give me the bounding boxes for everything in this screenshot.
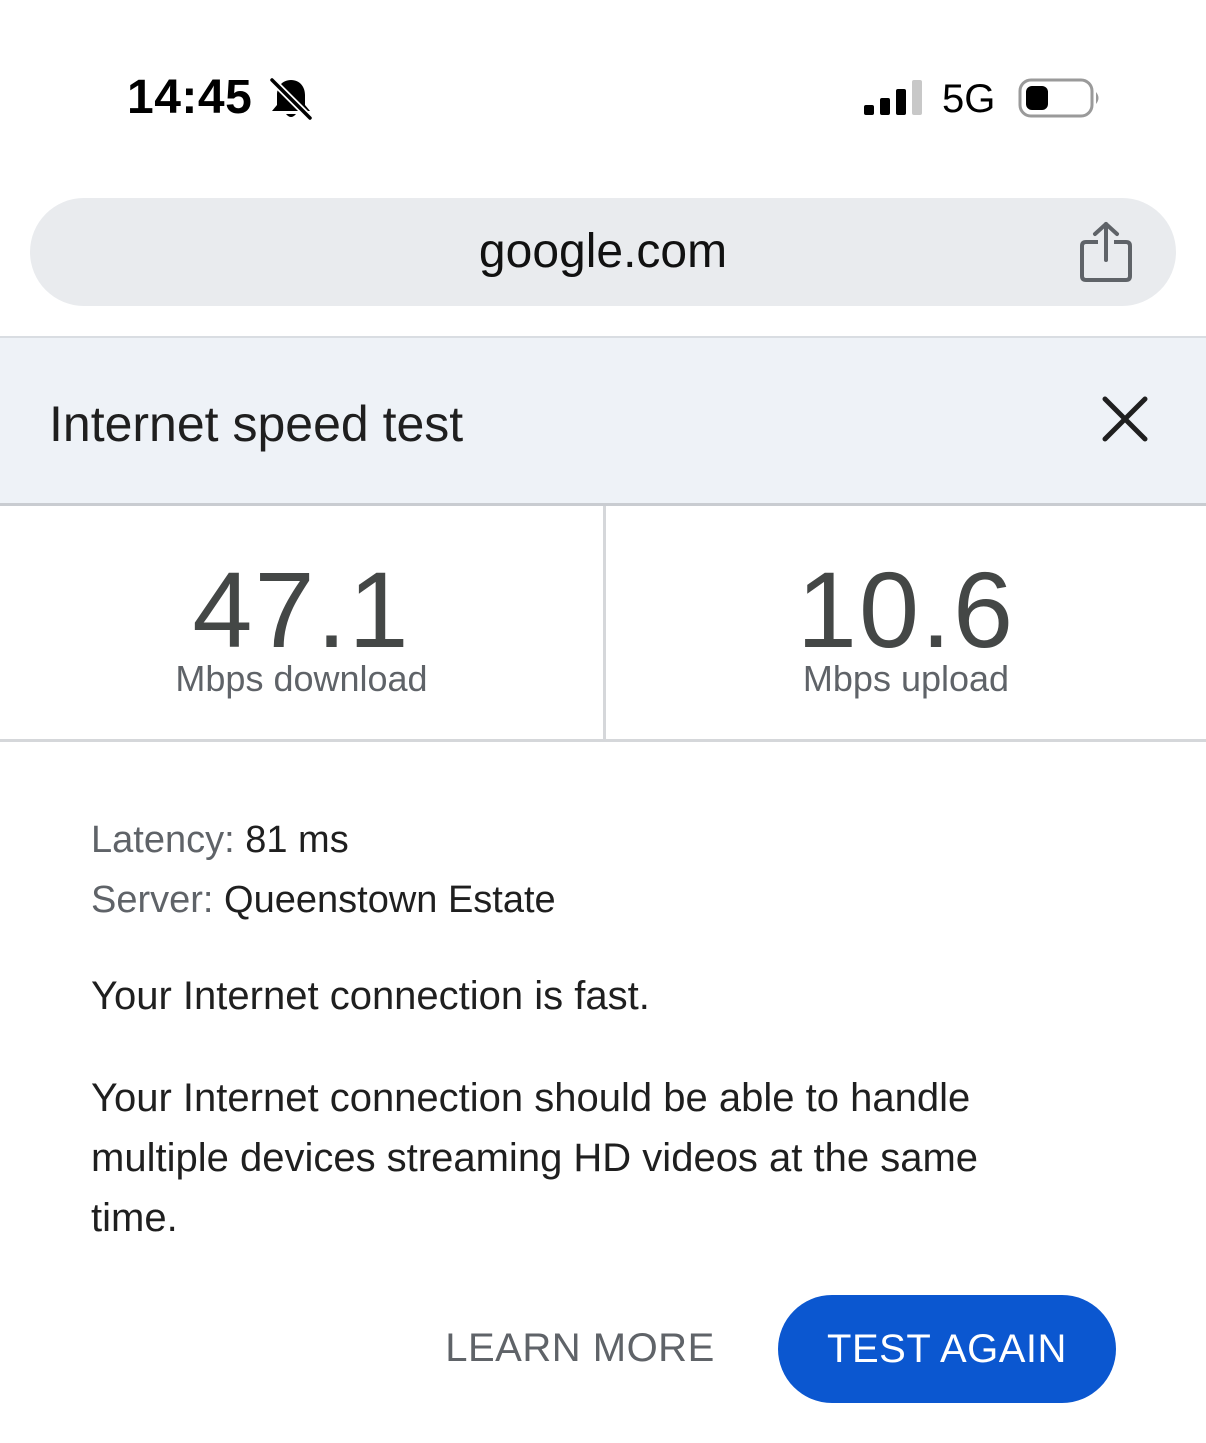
latency-label: Latency: (91, 819, 235, 861)
speed-results: 47.1 Mbps download 10.6 Mbps upload (0, 506, 1206, 742)
latency-value: 81 ms (245, 819, 349, 861)
close-icon[interactable] (1100, 394, 1150, 444)
status-time: 14:45 (127, 71, 253, 124)
url-text[interactable]: google.com (30, 198, 1176, 306)
status-bar: 14:45 5G (0, 0, 1206, 180)
test-again-button[interactable]: TEST AGAIN (778, 1295, 1116, 1403)
learn-more-button[interactable]: LEARN MORE (430, 1298, 730, 1398)
server-label: Server: (91, 879, 214, 921)
connection-details: Latency: 81 ms Server: Queenstown Estate (91, 810, 1151, 930)
upload-speed-value: 10.6 (796, 549, 1016, 670)
upload-speed-label: Mbps upload (802, 658, 1010, 699)
network-type: 5G (942, 77, 996, 121)
address-bar[interactable]: google.com (30, 198, 1176, 306)
bell-slash-icon (268, 76, 314, 122)
upload-result: 10.6 Mbps upload (603, 506, 1206, 739)
speed-test-header: Internet speed test (0, 336, 1206, 506)
battery-icon (1018, 78, 1099, 118)
speed-test-title: Internet speed test (49, 396, 464, 452)
server-value: Queenstown Estate (224, 879, 556, 921)
share-icon[interactable] (1078, 220, 1134, 284)
cellular-signal-icon (864, 80, 922, 115)
download-speed-label: Mbps download (175, 658, 428, 699)
speed-description: Your Internet connection should be able … (91, 1076, 979, 1240)
speed-assessment: Your Internet connection is fast. (91, 974, 650, 1018)
server-row: Server: Queenstown Estate (91, 870, 1151, 930)
download-result: 47.1 Mbps download (0, 506, 603, 739)
latency-row: Latency: 81 ms (91, 810, 1151, 870)
download-speed-value: 47.1 (192, 549, 411, 670)
